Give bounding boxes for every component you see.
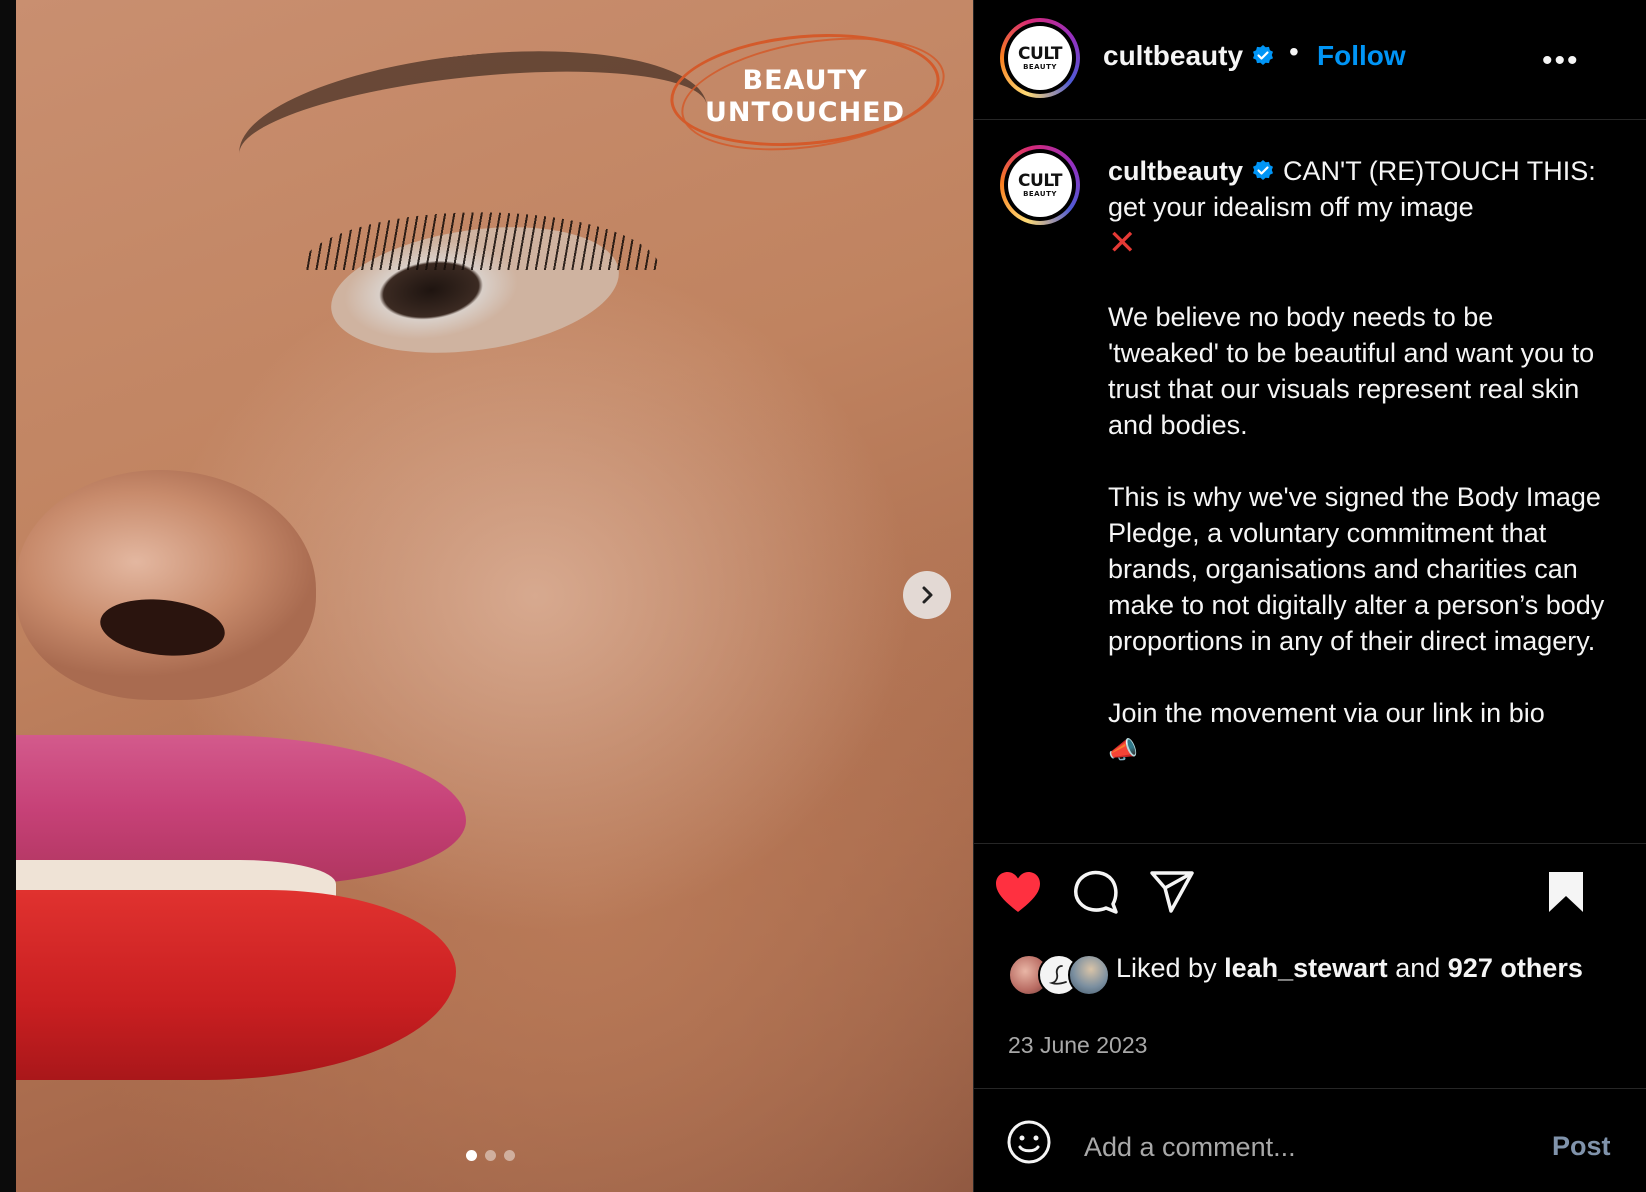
caption-text: cultbeauty CAN'T (RE)TOUCH THIS: get you… bbox=[1108, 153, 1608, 769]
caption-paragraph-3-text: Join the movement via our link in bio bbox=[1108, 698, 1545, 728]
liked-by-count[interactable]: 927 others bbox=[1448, 953, 1583, 983]
chevron-right-icon bbox=[922, 586, 933, 604]
liker-avatar-3 bbox=[1068, 954, 1110, 996]
logo-text-big: CULT bbox=[1018, 170, 1062, 191]
caption-username[interactable]: cultbeauty bbox=[1108, 156, 1243, 186]
comment-input[interactable] bbox=[1084, 1127, 1514, 1167]
logo-text-small: BEAUTY bbox=[1023, 62, 1057, 71]
carousel-dot-2 bbox=[485, 1150, 496, 1161]
liker-avatars[interactable] bbox=[1008, 954, 1112, 996]
profile-avatar[interactable]: CULT BEAUTY bbox=[1000, 18, 1080, 98]
share-button[interactable] bbox=[1146, 866, 1198, 918]
liked-by-text: Liked by leah_stewart and 927 others bbox=[1116, 950, 1586, 986]
verified-badge-icon bbox=[1253, 160, 1274, 180]
stamp-line-2: UNTOUCHED bbox=[704, 97, 906, 128]
carousel-dots bbox=[466, 1150, 515, 1161]
carousel-dot-3 bbox=[504, 1150, 515, 1161]
red-x-icon: ✕ bbox=[1108, 224, 1137, 262]
cult-beauty-logo: CULT BEAUTY bbox=[1008, 153, 1072, 217]
caption-paragraph-2: This is why we've signed the Body Image … bbox=[1108, 482, 1605, 656]
smiley-icon bbox=[1007, 1120, 1051, 1164]
heart-icon bbox=[996, 872, 1040, 912]
comment-bubble-icon bbox=[1074, 870, 1118, 914]
avatar-ring-inner: CULT BEAUTY bbox=[1004, 149, 1076, 221]
liked-by-user[interactable]: leah_stewart bbox=[1224, 953, 1388, 983]
liked-by-and: and bbox=[1395, 953, 1441, 983]
post-caption: CULT BEAUTY cultbeauty CAN'T (RE)TOUCH T… bbox=[974, 121, 1646, 844]
eyelash-shape bbox=[300, 212, 660, 270]
post-image[interactable]: BEAUTY UNTOUCHED bbox=[0, 0, 973, 1192]
more-options-button[interactable]: ••• bbox=[1542, 44, 1580, 78]
carousel-next-button[interactable] bbox=[903, 571, 951, 619]
avatar-ring-inner: CULT BEAUTY bbox=[1004, 22, 1076, 94]
cult-beauty-logo: CULT BEAUTY bbox=[1008, 26, 1072, 90]
post-date[interactable]: 23 June 2023 bbox=[1008, 1032, 1147, 1059]
header-username[interactable]: cultbeauty bbox=[1103, 40, 1275, 72]
emoji-picker-button[interactable] bbox=[1006, 1119, 1052, 1170]
verified-badge-icon bbox=[1253, 45, 1274, 65]
megaphone-icon: 📣 bbox=[1108, 737, 1138, 764]
bookmark-icon bbox=[1549, 872, 1583, 912]
carousel-dot-1 bbox=[466, 1150, 477, 1161]
lower-lip-shape bbox=[16, 890, 456, 1080]
caption-paragraph-3: Join the movement via our link in bio 📣 bbox=[1108, 695, 1608, 769]
follow-button[interactable]: Follow bbox=[1317, 40, 1406, 72]
eyebrow-shape bbox=[231, 30, 709, 170]
beauty-untouched-stamp: BEAUTY UNTOUCHED bbox=[665, 20, 953, 168]
caption-paragraph-1: We believe no body needs to be 'tweaked'… bbox=[1108, 302, 1595, 440]
image-edge bbox=[0, 0, 16, 1192]
post-actions bbox=[974, 866, 1646, 926]
liked-by-prefix: Liked by bbox=[1116, 953, 1217, 983]
comment-bar: Post bbox=[974, 1088, 1646, 1192]
caption-avatar[interactable]: CULT BEAUTY bbox=[1000, 145, 1080, 225]
logo-text-big: CULT bbox=[1018, 43, 1062, 64]
save-button[interactable] bbox=[1540, 866, 1592, 918]
post-side-panel: CULT BEAUTY cultbeauty • Follow ••• CULT… bbox=[973, 0, 1646, 1192]
paper-plane-icon bbox=[1150, 871, 1194, 913]
like-button[interactable] bbox=[992, 866, 1044, 918]
header-separator: • bbox=[1289, 36, 1299, 67]
stamp-line-1: BEAUTY bbox=[742, 65, 868, 96]
logo-text-small: BEAUTY bbox=[1023, 189, 1057, 198]
nose-shape bbox=[16, 470, 316, 700]
comment-button[interactable] bbox=[1070, 866, 1122, 918]
caption-first-paragraph: cultbeauty CAN'T (RE)TOUCH THIS: get you… bbox=[1108, 153, 1608, 263]
post-comment-button[interactable]: Post bbox=[1552, 1131, 1611, 1162]
header-username-text: cultbeauty bbox=[1103, 40, 1244, 71]
post-header: CULT BEAUTY cultbeauty • Follow ••• bbox=[974, 0, 1646, 120]
